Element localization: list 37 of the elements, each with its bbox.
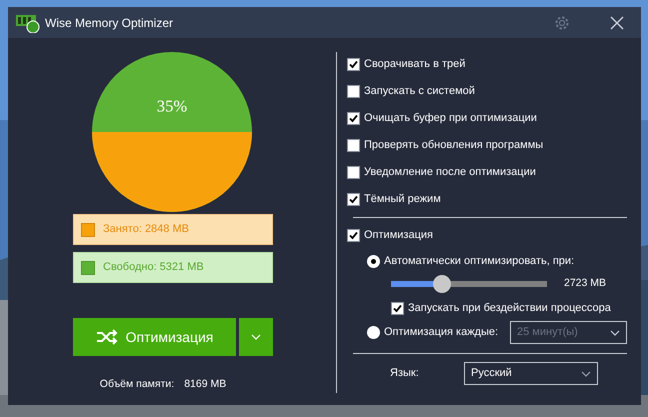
option-label: Проверять обновления программы — [364, 138, 544, 153]
chevron-down-icon — [581, 370, 591, 376]
checked-checkbox[interactable] — [347, 228, 360, 242]
option-label: Оптимизация — [364, 228, 433, 243]
chevron-down-icon — [610, 330, 620, 336]
checked-checkbox[interactable] — [347, 192, 360, 206]
checkbox[interactable] — [347, 84, 360, 98]
legend-text: Занято: 2848 MB — [103, 222, 189, 238]
radio-button[interactable] — [367, 326, 380, 339]
legend-text: Свободно: 5321 MB — [103, 260, 204, 276]
option-label: Запускать с системой — [364, 84, 475, 99]
checked-checkbox[interactable] — [391, 302, 404, 314]
option-label: Тёмный режим — [364, 192, 441, 207]
checkbox[interactable] — [347, 166, 360, 178]
option-label: Уведомление после оптимизации — [364, 164, 536, 180]
checkbox[interactable] — [347, 138, 360, 152]
chevron-down-icon — [251, 334, 261, 340]
option-label: Автоматически оптимизировать, при: — [384, 254, 574, 269]
total-memory-label: Объём памяти: — [100, 377, 174, 392]
option-label: Очищать буфер при оптимизации — [364, 110, 537, 126]
memory-chip-icon — [15, 12, 41, 32]
option-label: Запускать при бездействии процессора — [408, 300, 611, 316]
settings-icon[interactable] — [554, 14, 570, 30]
window-title: Wise Memory Optimizer — [45, 14, 174, 32]
slider-value: 2723 MB — [564, 276, 606, 292]
checked-checkbox[interactable] — [347, 112, 360, 124]
memory-usage-gauge: 35% — [92, 52, 252, 212]
language-label: Язык: — [390, 366, 420, 382]
shuffle-icon — [96, 329, 118, 345]
option-label: Оптимизация каждые: — [384, 325, 498, 340]
option-label: Сворачивать в трей — [364, 56, 466, 72]
optimize-button[interactable]: Оптимизация — [73, 318, 236, 356]
radio-button[interactable] — [367, 254, 380, 268]
language-dropdown[interactable]: Русский — [464, 362, 598, 385]
checked-checkbox[interactable] — [347, 58, 360, 70]
close-icon[interactable] — [610, 16, 624, 30]
total-memory-value: 8169 MB — [184, 377, 226, 392]
